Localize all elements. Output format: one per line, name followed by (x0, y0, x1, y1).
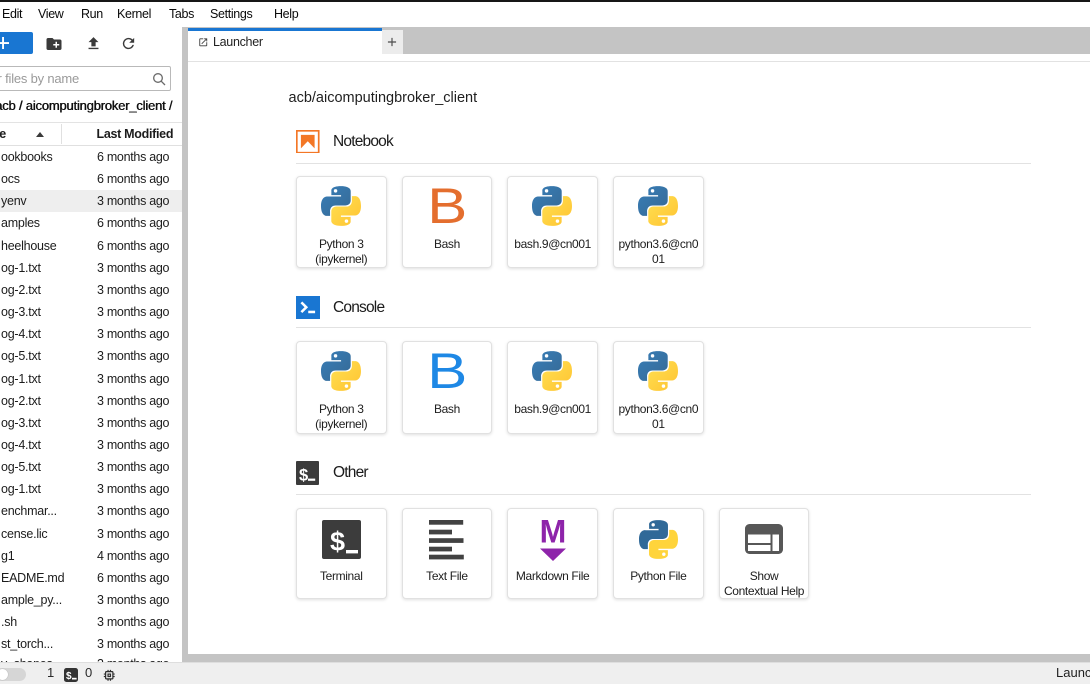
svg-text:$: $ (330, 527, 345, 557)
svg-text:$: $ (299, 466, 308, 484)
svg-text:M: M (540, 517, 567, 550)
svg-text:$: $ (66, 671, 72, 682)
